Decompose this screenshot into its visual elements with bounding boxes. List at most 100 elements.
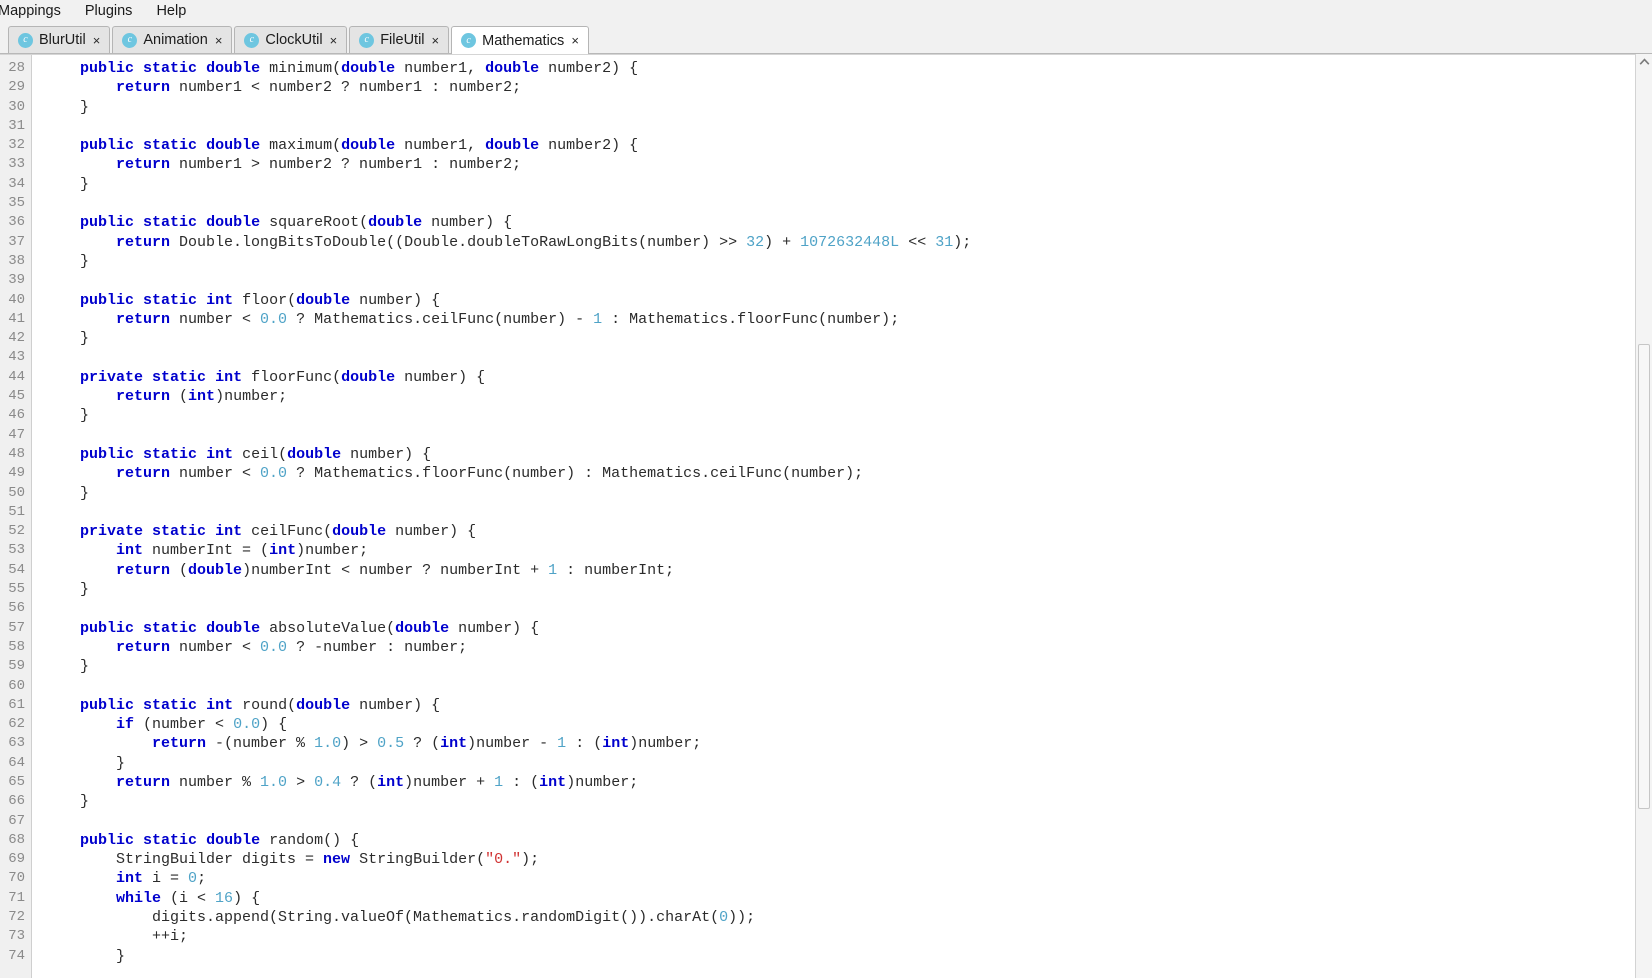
code-line[interactable] [32,599,1652,618]
code-token-pl: StringBuilder( [350,851,486,869]
code-line[interactable]: while (i < 16) { [32,889,1652,908]
menu-item-help[interactable]: Help [144,0,198,22]
code-line[interactable]: } [32,580,1652,599]
line-number: 73 [8,928,25,945]
code-line[interactable]: int numberInt = (int)number; [32,541,1652,560]
class-file-icon: c [461,33,477,48]
code-token-pl: ) + [764,233,801,251]
code-line[interactable]: public static double random() { [32,831,1652,850]
code-line[interactable] [32,503,1652,522]
vertical-scrollbar[interactable] [1635,54,1652,978]
close-icon[interactable]: × [330,34,338,47]
code-token-kw: static [143,831,198,849]
close-icon[interactable]: × [215,34,223,47]
code-token-kw: double [287,445,342,463]
code-content[interactable]: public static double minimum(double numb… [32,55,1652,978]
code-line[interactable] [32,426,1652,445]
code-line[interactable]: return number1 < number2 ? number1 : num… [32,78,1652,97]
code-line[interactable]: return number % 1.0 > 0.4 ? (int)number … [32,773,1652,792]
code-line[interactable]: } [32,947,1652,966]
code-line[interactable]: return -(number % 1.0) > 0.5 ? (int)numb… [32,734,1652,753]
code-line[interactable]: } [32,175,1652,194]
code-token-pl: (number < [134,716,234,734]
code-line[interactable] [32,271,1652,290]
line-number: 49 [8,465,25,482]
code-line[interactable]: return Double.longBitsToDouble((Double.d… [32,233,1652,252]
code-line[interactable]: } [32,792,1652,811]
code-line[interactable] [32,677,1652,696]
code-token-kw: double [206,60,261,77]
code-line[interactable] [32,117,1652,136]
code-token-kw: double [206,619,261,637]
code-line[interactable]: int i = 0; [32,869,1652,888]
code-line[interactable]: return (int)number; [32,387,1652,406]
code-line[interactable]: public static int round(double number) { [32,696,1652,715]
close-icon[interactable]: × [432,34,440,47]
editor-tab-fileutil[interactable]: c FileUtil × [349,26,450,53]
code-line[interactable]: return number < 0.0 ? Mathematics.floorF… [32,464,1652,483]
code-line[interactable]: } [32,329,1652,348]
menu-item-plugins[interactable]: Plugins [73,0,145,22]
code-line[interactable]: public static double squareRoot(double n… [32,213,1652,232]
code-line[interactable]: if (number < 0.0) { [32,715,1652,734]
editor-tab-mathematics[interactable]: c Mathematics × [451,26,589,54]
code-token-pl: ? ( [404,735,441,753]
code-token-kw: public [80,831,135,849]
menu-bar: Mappings Plugins Help [0,0,1652,22]
code-editor[interactable]: 28 29 30 31 32 33 34 35 36 37 38 39 40 41 42 43 44 45 46 47… [0,54,1652,978]
code-line[interactable]: digits.append(String.valueOf(Mathematics… [32,908,1652,927]
code-line[interactable]: } [32,98,1652,117]
code-line[interactable]: private static int ceilFunc(double numbe… [32,522,1652,541]
code-line[interactable]: public static double minimum(double numb… [32,59,1652,78]
code-line[interactable]: ++i; [32,927,1652,946]
code-line[interactable]: } [32,252,1652,271]
code-token-kw: static [143,214,198,232]
code-line[interactable]: } [32,754,1652,773]
code-line[interactable]: private static int floorFunc(double numb… [32,368,1652,387]
code-line[interactable]: } [32,484,1652,503]
code-line[interactable] [32,812,1652,831]
code-token-kw: double [368,214,423,232]
code-line[interactable]: StringBuilder digits = new StringBuilder… [32,850,1652,869]
code-line[interactable]: public static int ceil(double number) { [32,445,1652,464]
code-token-pl: numberInt = ( [143,542,270,560]
code-line[interactable]: return number < 0.0 ? -number : number; [32,638,1652,657]
code-token-pl: ? ( [341,773,378,791]
code-line[interactable]: return number1 > number2 ? number1 : num… [32,155,1652,174]
code-line[interactable]: return number < 0.0 ? Mathematics.ceilFu… [32,310,1652,329]
code-line[interactable]: public static double maximum(double numb… [32,136,1652,155]
scrollbar-thumb[interactable] [1638,344,1650,809]
editor-tab-clockutil[interactable]: c ClockUtil × [234,26,348,53]
line-number: 47 [8,426,25,443]
code-token-pl: ) { [233,889,261,907]
code-line[interactable] [32,348,1652,367]
code-token-kw: return [116,388,171,406]
code-line[interactable]: return (double)numberInt < number ? numb… [32,561,1652,580]
close-icon[interactable]: × [571,34,579,47]
line-number: 66 [8,793,25,810]
editor-tab-label: Animation [143,32,208,48]
code-token-kw: public [80,619,135,637]
code-token-kw: return [116,310,171,328]
code-token-kw: static [143,291,198,309]
code-line[interactable]: } [32,657,1652,676]
menu-item-mappings[interactable]: Mappings [0,0,73,22]
line-number: 30 [8,98,25,115]
line-number: 56 [8,600,25,617]
code-line[interactable]: public static int floor(double number) { [32,291,1652,310]
editor-tab-blurutil[interactable]: c BlurUtil × [8,26,111,53]
code-token-pl: i = [143,870,189,888]
code-line[interactable]: } [32,406,1652,425]
code-line[interactable]: public static double absoluteValue(doubl… [32,619,1652,638]
editor-tab-animation[interactable]: c Animation × [112,26,233,53]
code-token-kw: public [80,291,135,309]
close-icon[interactable]: × [93,34,101,47]
scroll-up-arrow-icon[interactable] [1636,54,1652,69]
editor-tab-label: FileUtil [380,32,425,48]
code-line[interactable] [32,194,1652,213]
